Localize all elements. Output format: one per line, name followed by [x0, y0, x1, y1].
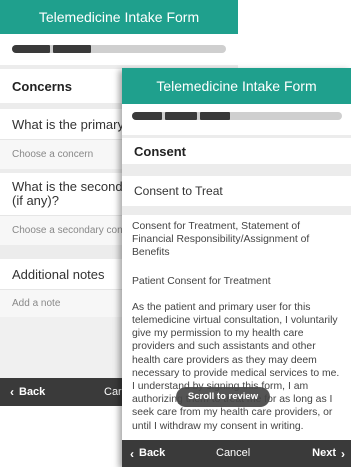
back-button[interactable]: ‹ Back — [130, 440, 165, 467]
progress-fill — [12, 45, 94, 53]
consent-paragraph: As the patient and primary user for this… — [132, 301, 340, 432]
next-button[interactable]: Next › — [312, 440, 345, 467]
progress-segment — [165, 112, 197, 120]
progress-segment — [12, 45, 50, 53]
chevron-left-icon: ‹ — [130, 446, 134, 461]
progress-fill — [132, 112, 233, 120]
consent-document[interactable]: Consent for Treatment, Statement of Fina… — [122, 215, 351, 467]
patient-consent-title: Patient Consent for Treatment — [132, 275, 271, 287]
progress-bar — [132, 112, 342, 120]
cancel-button[interactable]: Cancel — [216, 440, 250, 467]
footer-nav: ‹ Back Cancel Next › — [122, 440, 351, 467]
progress-area — [0, 34, 238, 65]
progress-segment — [200, 112, 230, 120]
progress-bar — [12, 45, 226, 53]
chevron-left-icon: ‹ — [10, 385, 14, 399]
consent-to-treat-title: Consent to Treat — [122, 176, 351, 206]
progress-area — [122, 104, 351, 135]
header-title: Telemedicine Intake Form — [156, 78, 317, 94]
cancel-button[interactable]: Car — [104, 378, 122, 406]
progress-segment — [53, 45, 91, 53]
secondary-concern-label-line1: What is the secondar — [12, 179, 135, 194]
secondary-concern-label-line2: (if any)? — [12, 193, 59, 208]
progress-segment — [132, 112, 162, 120]
intake-form-screen-consent: Telemedicine Intake Form Consent Consent… — [122, 68, 351, 467]
header-title: Telemedicine Intake Form — [38, 9, 200, 25]
scroll-to-review-toast[interactable]: Scroll to review — [176, 387, 270, 407]
consent-heading: Consent for Treatment, Statement of Fina… — [132, 221, 310, 259]
app-header: Telemedicine Intake Form — [0, 0, 238, 34]
back-button[interactable]: ‹ Back — [10, 378, 45, 406]
chevron-right-icon: › — [341, 446, 345, 461]
app-header: Telemedicine Intake Form — [122, 68, 351, 104]
section-title: Consent — [122, 138, 351, 164]
